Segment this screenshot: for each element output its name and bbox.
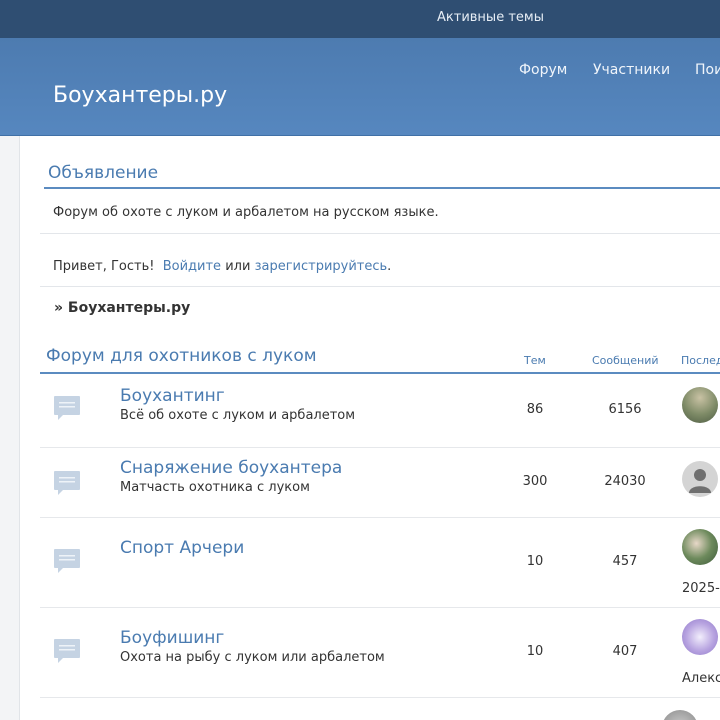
- topics-count: 10: [526, 644, 544, 659]
- forum-icon: [54, 471, 80, 495]
- column-last-post: Послед: [681, 354, 720, 367]
- breadcrumb[interactable]: » Боухантеры.ру: [54, 300, 190, 316]
- forum-description: Охота на рыбу с луком или арбалетом: [120, 650, 385, 665]
- posts-count: 457: [612, 554, 638, 569]
- user-silhouette-icon: [689, 469, 711, 493]
- main-content: Объявление Форум об охоте с луком и арба…: [20, 136, 720, 720]
- forum-name[interactable]: Боухантинг: [120, 386, 225, 406]
- user-avatar[interactable]: [682, 387, 718, 423]
- announcement-title: Объявление: [48, 163, 159, 183]
- user-avatar[interactable]: [682, 529, 718, 565]
- nav-members[interactable]: Участники: [593, 62, 670, 78]
- topics-count: 300: [522, 474, 548, 489]
- register-link[interactable]: зарегистрируйтесь: [255, 259, 388, 274]
- forum-row[interactable]: Боухантинг Всё об охоте с луком и арбале…: [40, 374, 720, 448]
- or-text: или: [225, 259, 251, 274]
- nav-forum[interactable]: Форум: [519, 62, 567, 78]
- greeting-text: Привет, Гость!: [53, 259, 155, 274]
- column-posts: Сообщений: [592, 354, 659, 367]
- site-header: Боухантеры.ру Форум Участники Пои: [0, 38, 720, 136]
- user-avatar[interactable]: [682, 619, 718, 655]
- forum-icon: [54, 549, 80, 573]
- posts-count: 24030: [604, 474, 646, 489]
- last-post-date: 2025-: [682, 581, 720, 596]
- forum-name[interactable]: Спорт Арчери: [120, 538, 244, 558]
- forum-row[interactable]: Боуфишинг Охота на рыбу с луком или арба…: [40, 608, 720, 698]
- period-text: .: [387, 259, 392, 274]
- left-gutter: [0, 136, 20, 720]
- topics-count: 86: [526, 402, 544, 417]
- top-bar: Активные темы: [0, 0, 720, 38]
- announcement-divider: [44, 187, 720, 189]
- category-title[interactable]: Форум для охотников с луком: [46, 346, 317, 366]
- divider: [40, 233, 720, 234]
- forum-icon: [54, 396, 80, 420]
- forum-name[interactable]: Боуфишинг: [120, 628, 224, 648]
- column-topics: Тем: [524, 354, 546, 367]
- nav-search[interactable]: Пои: [695, 62, 720, 78]
- default-user-avatar[interactable]: [682, 461, 718, 497]
- forum-description: Всё об охоте с луком и арбалетом: [120, 408, 356, 423]
- forum-name[interactable]: Снаряжение боухантера: [120, 458, 342, 478]
- posts-count: 6156: [608, 402, 642, 417]
- site-title[interactable]: Боухантеры.ру: [53, 83, 227, 108]
- announcement-text: Форум об охоте с луком и арбалетом на ру…: [53, 205, 439, 220]
- active-topics-link[interactable]: Активные темы: [437, 10, 544, 25]
- divider: [40, 286, 720, 287]
- topics-count: 10: [526, 554, 544, 569]
- forum-row[interactable]: Спорт Арчери 10 457 2025-: [40, 518, 720, 608]
- forum-icon: [54, 639, 80, 663]
- forum-row[interactable]: Снаряжение боухантера Матчасть охотника …: [40, 448, 720, 518]
- forum-description: Матчасть охотника с луком: [120, 480, 310, 495]
- posts-count: 407: [612, 644, 638, 659]
- user-avatar[interactable]: [662, 710, 698, 720]
- welcome-message: Привет, Гость! Войдите или зарегистрируй…: [53, 259, 391, 274]
- login-link[interactable]: Войдите: [163, 259, 221, 274]
- last-post-author[interactable]: Алекс: [682, 671, 720, 686]
